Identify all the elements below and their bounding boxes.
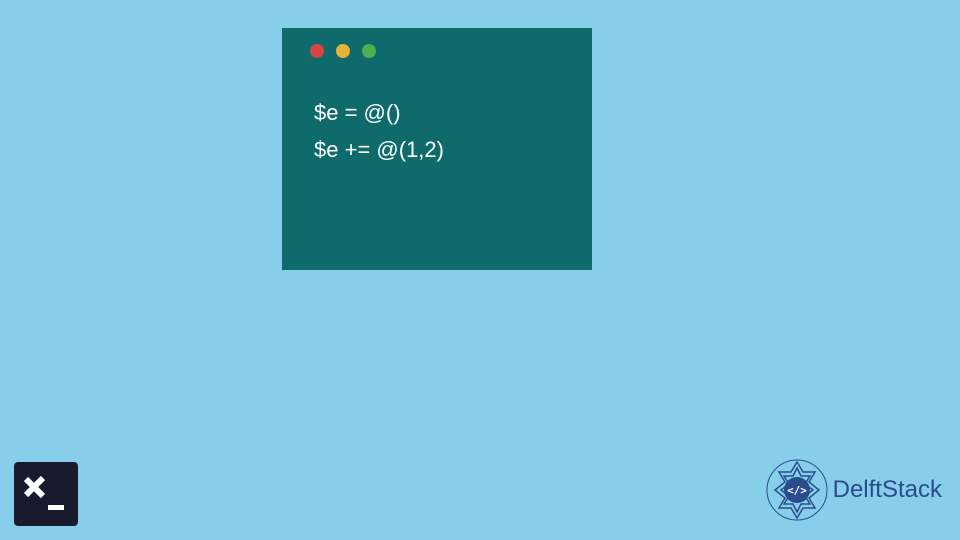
- svg-text:</>: </>: [787, 484, 807, 497]
- mandala-icon: </>: [765, 458, 829, 522]
- powershell-icon: [14, 462, 78, 526]
- code-window: $e = @() $e += @(1,2): [282, 28, 592, 270]
- delftstack-logo: </> DelftStack: [765, 458, 942, 522]
- window-controls: [302, 44, 572, 58]
- minimize-icon: [336, 44, 350, 58]
- code-line-2: $e += @(1,2): [314, 131, 572, 168]
- maximize-icon: [362, 44, 376, 58]
- close-icon: [310, 44, 324, 58]
- powershell-symbol: [24, 474, 68, 514]
- brand-name: DelftStack: [833, 476, 942, 504]
- code-line-1: $e = @(): [314, 94, 572, 131]
- code-content: $e = @() $e += @(1,2): [302, 86, 572, 169]
